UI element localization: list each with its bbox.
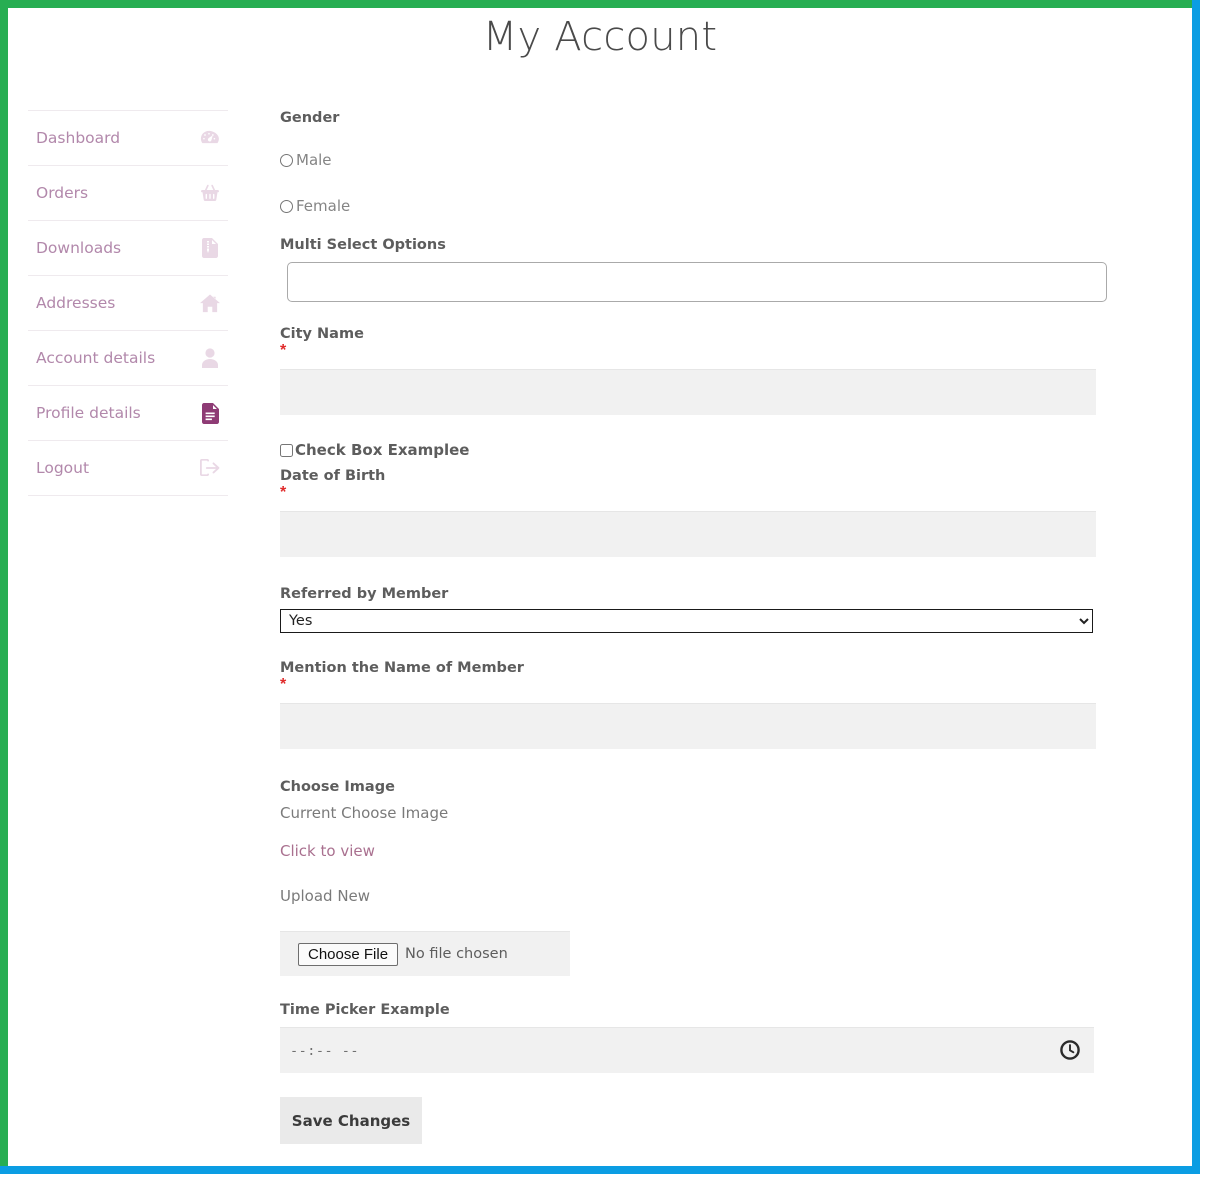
gender-radio-female[interactable] <box>280 200 293 213</box>
sign-out-icon <box>200 457 220 479</box>
sidebar-item-label: Account details <box>36 349 155 367</box>
profile-details-form: Gender Male Female Multi Select Options <box>280 96 1116 1144</box>
file-text-icon <box>200 402 220 424</box>
sidebar-item-logout[interactable]: Logout <box>28 441 228 496</box>
time-picker-value: --:-- -- <box>280 1043 359 1059</box>
choose-image-label: Choose Image <box>280 779 1116 795</box>
referred-by-member-label: Referred by Member <box>280 586 1116 602</box>
tachometer-icon <box>200 127 220 149</box>
member-name-required-marker: * <box>280 676 286 693</box>
sidebar-item-account-details[interactable]: Account details <box>28 331 228 386</box>
window-border-right <box>1192 0 1200 1182</box>
sidebar-item-label: Downloads <box>36 239 121 257</box>
page-title: My Account <box>8 8 1192 60</box>
window-border-bottom <box>0 1166 1200 1174</box>
checkbox-example-row[interactable]: Check Box Examplee <box>280 441 1116 459</box>
window-border-top <box>0 0 1192 8</box>
city-name-input[interactable] <box>280 369 1096 415</box>
sidebar-item-addresses[interactable]: Addresses <box>28 276 228 331</box>
sidebar-item-label: Logout <box>36 459 89 477</box>
clock-icon[interactable] <box>1060 1040 1080 1065</box>
gender-option-female-label: Female <box>296 197 350 215</box>
gender-option-female[interactable]: Female <box>280 197 1116 215</box>
city-name-required-marker: * <box>280 342 286 359</box>
file-archive-icon <box>200 237 220 259</box>
checkbox-example-label: Check Box Examplee <box>295 441 470 459</box>
choose-image-file-input[interactable]: Choose File No file chosen <box>280 931 570 976</box>
sidebar-item-profile-details[interactable]: Profile details <box>28 386 228 441</box>
choose-image-upload-label: Upload New <box>280 887 370 905</box>
checkbox-example-input[interactable] <box>280 444 293 457</box>
time-picker-label: Time Picker Example <box>280 1002 1116 1018</box>
sidebar-item-label: Profile details <box>36 404 141 422</box>
member-name-label: Mention the Name of Member <box>280 660 1116 676</box>
sidebar-item-label: Dashboard <box>36 129 120 147</box>
gender-radio-male[interactable] <box>280 154 293 167</box>
date-of-birth-required-marker: * <box>280 484 286 501</box>
sidebar-item-label: Addresses <box>36 294 115 312</box>
gender-option-male[interactable]: Male <box>280 151 1116 169</box>
gender-option-male-label: Male <box>296 151 332 169</box>
account-nav-list: Dashboard Orders Downloads <box>28 110 228 496</box>
account-page: My Account Dashboard Orders <box>8 8 1192 1166</box>
sidebar-item-downloads[interactable]: Downloads <box>28 221 228 276</box>
referred-by-member-select[interactable]: Yes No <box>280 609 1093 633</box>
home-icon <box>200 292 220 314</box>
date-of-birth-label: Date of Birth <box>280 468 1116 484</box>
time-picker-input[interactable]: --:-- -- <box>280 1027 1094 1073</box>
window-outer-bottom-gutter <box>0 1174 1200 1182</box>
multi-select-input[interactable] <box>287 262 1107 302</box>
choose-image-current-label: Current Choose Image <box>280 804 448 822</box>
multi-select-label: Multi Select Options <box>280 237 1116 253</box>
choose-image-view-link[interactable]: Click to view <box>280 842 375 860</box>
gender-label: Gender <box>280 110 1116 126</box>
window-outer-right-gutter <box>1200 0 1208 1182</box>
file-status-text: No file chosen <box>405 946 508 962</box>
browser-viewport: My Account Dashboard Orders <box>0 0 1208 1182</box>
basket-icon <box>200 182 220 204</box>
sidebar-item-dashboard[interactable]: Dashboard <box>28 111 228 166</box>
sidebar-item-orders[interactable]: Orders <box>28 166 228 221</box>
user-icon <box>200 347 220 369</box>
account-sidebar: Dashboard Orders Downloads <box>28 110 228 496</box>
sidebar-item-label: Orders <box>36 184 88 202</box>
choose-file-button[interactable]: Choose File <box>298 943 398 966</box>
save-changes-button[interactable]: Save Changes <box>280 1097 422 1144</box>
date-of-birth-input[interactable] <box>280 511 1096 557</box>
window-border-left <box>0 0 8 1174</box>
city-name-label: City Name <box>280 326 1116 342</box>
member-name-input[interactable] <box>280 703 1096 749</box>
